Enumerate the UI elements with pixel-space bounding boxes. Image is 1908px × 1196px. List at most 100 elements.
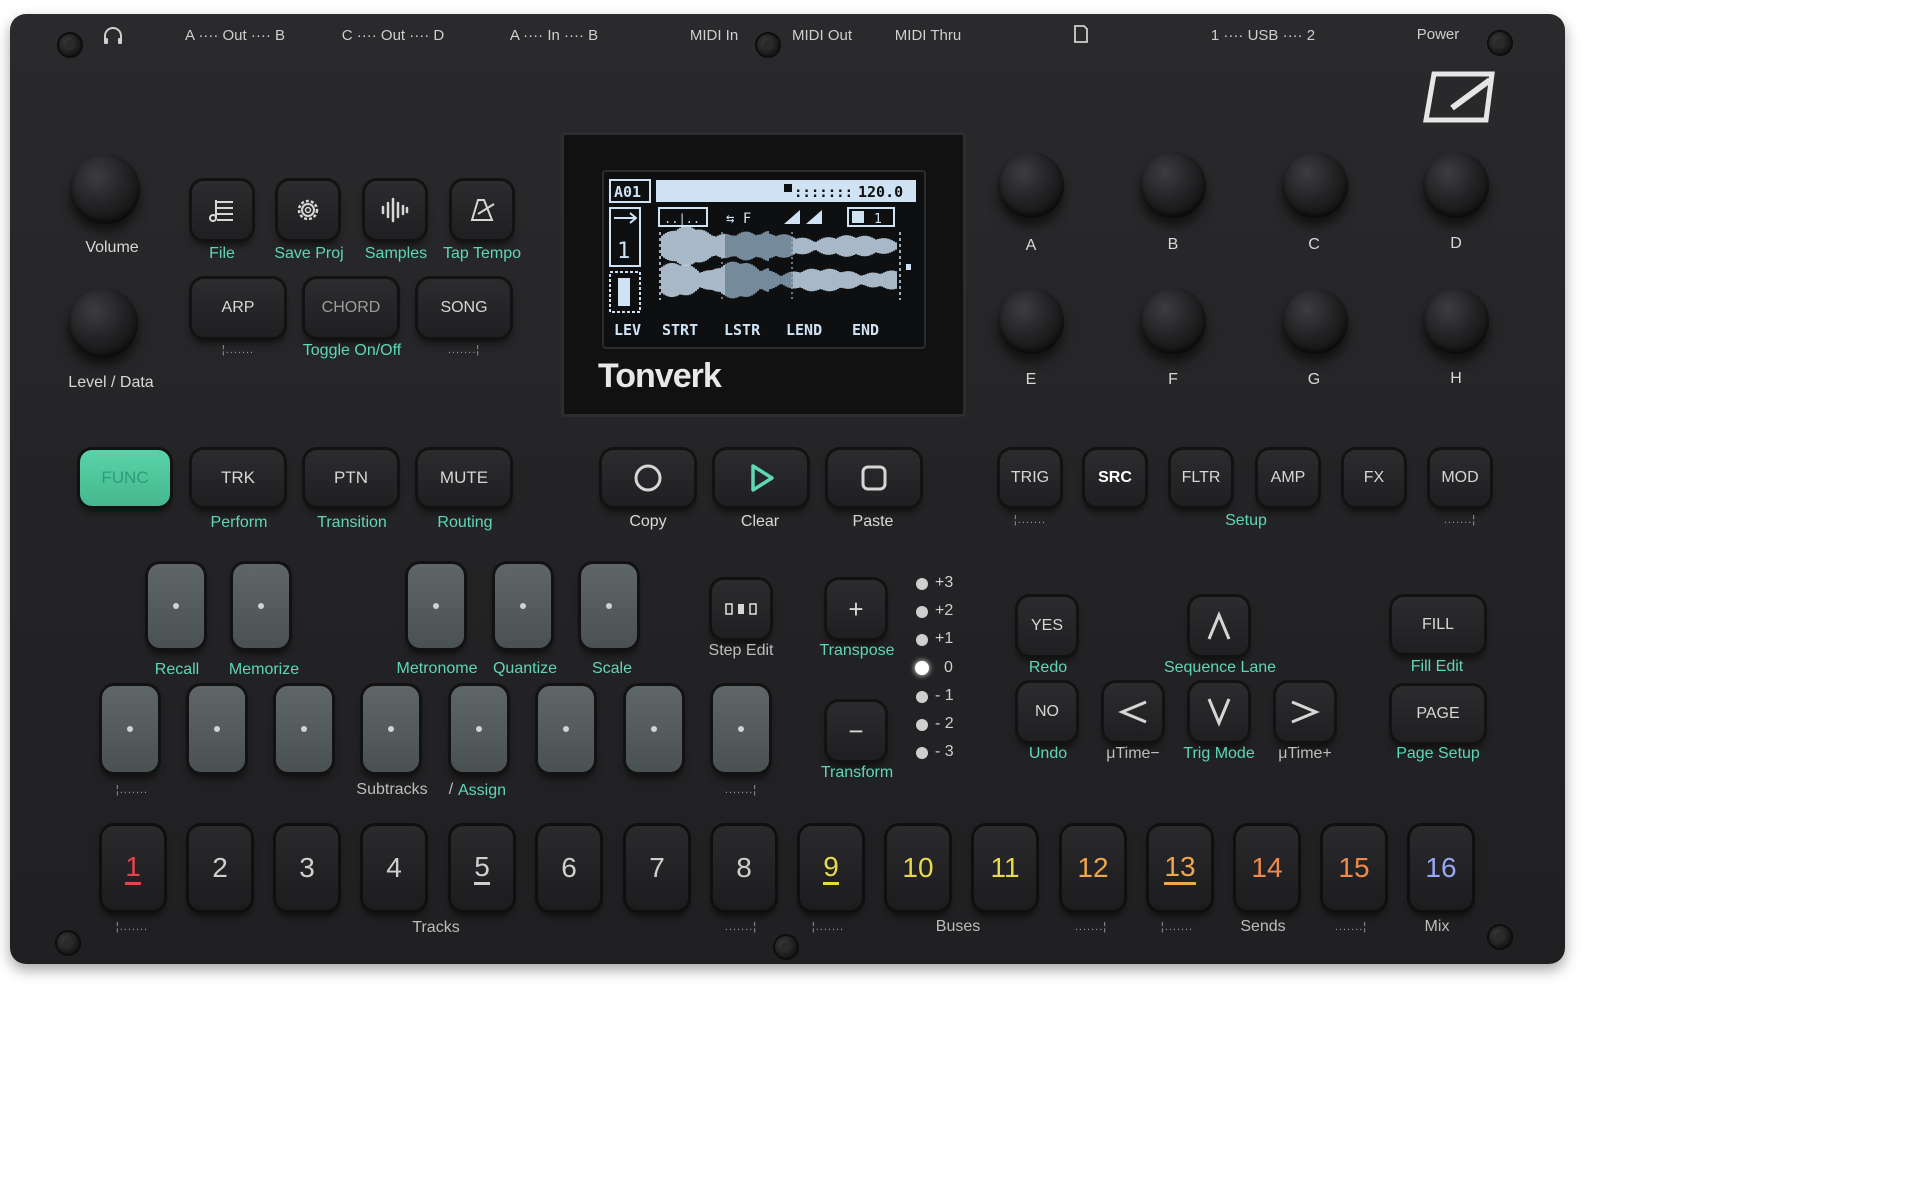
transpose-plus-button[interactable]: + <box>827 580 885 638</box>
knob-h[interactable] <box>1423 288 1489 354</box>
step-edit-button[interactable] <box>712 580 770 638</box>
waveform-icon <box>381 197 409 223</box>
transpose-led <box>916 747 928 759</box>
param-lstr: LSTR <box>724 321 761 339</box>
metronome-pad[interactable] <box>408 564 464 648</box>
subtrack-pad[interactable] <box>276 686 332 772</box>
song-button[interactable]: SONG <box>418 279 510 337</box>
tap-tempo-button[interactable] <box>452 181 512 239</box>
transpose-led <box>916 578 928 590</box>
record-copy-button[interactable] <box>602 450 694 506</box>
volume-label: Volume <box>85 239 139 256</box>
recall-pad[interactable] <box>148 564 204 648</box>
volume-knob[interactable] <box>70 154 140 224</box>
play-clear-button[interactable] <box>715 450 807 506</box>
samples-button[interactable] <box>365 181 425 239</box>
transpose-led-active <box>915 661 929 675</box>
step-button-4[interactable]: 4 <box>363 826 425 910</box>
right-arrow-button[interactable] <box>1276 683 1334 741</box>
subtrack-pad[interactable] <box>363 686 419 772</box>
knob-d[interactable] <box>1423 152 1489 218</box>
input-ab-label: A ···· In ···· B <box>509 27 599 44</box>
subtrack-pad[interactable] <box>713 686 769 772</box>
step-edit-label: Step Edit <box>708 642 774 659</box>
page-button[interactable]: PAGE <box>1392 686 1484 742</box>
transpose-led <box>916 691 928 703</box>
memorize-pad[interactable] <box>233 564 289 648</box>
file-button[interactable] <box>192 181 252 239</box>
sequence-lane-label: Sequence Lane <box>1163 659 1277 676</box>
func-button[interactable]: FUNC <box>80 450 170 506</box>
device-panel: A ···· Out ···· B C ···· Out ···· D A ··… <box>10 14 1565 964</box>
knob-e[interactable] <box>998 288 1064 354</box>
mute-button[interactable]: MUTE <box>418 450 510 506</box>
screw <box>1487 30 1513 56</box>
step-button-10[interactable]: 10 <box>887 826 949 910</box>
trig-button[interactable]: TRIG <box>1000 450 1060 506</box>
step-button-8[interactable]: 8 <box>713 826 775 910</box>
step-button-7[interactable]: 7 <box>626 826 688 910</box>
subtrack-pad[interactable] <box>189 686 245 772</box>
save-project-button[interactable] <box>278 181 338 239</box>
ptn-button[interactable]: PTN <box>305 450 397 506</box>
up-arrow-button[interactable] <box>1190 597 1248 655</box>
arrow-up-icon <box>1207 611 1231 640</box>
tracks-start-marker: ¦....... <box>115 921 149 933</box>
down-arrow-button[interactable] <box>1190 683 1248 741</box>
knob-b[interactable] <box>1140 152 1206 218</box>
step-button-13[interactable]: 13 <box>1149 826 1211 910</box>
step-button-14[interactable]: 14 <box>1236 826 1298 910</box>
subtrack-pad[interactable] <box>538 686 594 772</box>
arp-button[interactable]: ARP <box>192 279 284 337</box>
led-minus1-label: - 1 <box>935 687 954 704</box>
scale-pad[interactable] <box>581 564 637 648</box>
yes-button[interactable]: YES <box>1018 597 1076 655</box>
src-button[interactable]: SRC <box>1085 450 1145 506</box>
save-project-label: Save Proj <box>274 245 344 262</box>
fill-button[interactable]: FILL <box>1392 597 1484 653</box>
screw <box>1487 924 1513 950</box>
quantize-pad[interactable] <box>495 564 551 648</box>
step-button-6[interactable]: 6 <box>538 826 600 910</box>
step-button-3[interactable]: 3 <box>276 826 338 910</box>
level-data-knob[interactable] <box>68 288 138 358</box>
step-number-label: 7 <box>649 852 665 883</box>
step-button-1[interactable]: 1 <box>102 826 164 910</box>
no-button[interactable]: NO <box>1018 683 1076 741</box>
knob-e-label: E <box>1025 371 1037 388</box>
mix-label: Mix <box>1424 918 1450 935</box>
subtrack-pad[interactable] <box>102 686 158 772</box>
trk-button[interactable]: TRK <box>192 450 284 506</box>
stop-paste-button[interactable] <box>828 450 920 506</box>
led-plus2-label: +2 <box>935 602 954 619</box>
knob-g[interactable] <box>1282 288 1348 354</box>
knob-a[interactable] <box>998 152 1064 218</box>
subtrack-pad[interactable] <box>626 686 682 772</box>
knob-f[interactable] <box>1140 288 1206 354</box>
copy-label: Copy <box>629 513 667 530</box>
knob-c[interactable] <box>1282 152 1348 218</box>
fltr-button[interactable]: FLTR <box>1171 450 1231 506</box>
step-button-12[interactable]: 12 <box>1062 826 1124 910</box>
step-button-15[interactable]: 15 <box>1323 826 1385 910</box>
step-button-11[interactable]: 11 <box>974 826 1036 910</box>
step-number-label: 2 <box>212 852 228 883</box>
loop-dots: ..|.. <box>664 212 700 226</box>
mod-button[interactable]: MOD <box>1430 450 1490 506</box>
sends-label: Sends <box>1240 918 1286 935</box>
amp-button[interactable]: AMP <box>1258 450 1318 506</box>
step-button-9[interactable]: 9 <box>800 826 862 910</box>
step-number-label: 5 <box>474 851 490 885</box>
left-arrow-button[interactable] <box>1104 683 1162 741</box>
step-number-label: 10 <box>902 852 934 883</box>
transpose-led <box>916 606 928 618</box>
tracks-label: Tracks <box>412 919 460 936</box>
fx-button[interactable]: FX <box>1344 450 1404 506</box>
step-button-5[interactable]: 5 <box>451 826 513 910</box>
subtrack-pad[interactable] <box>451 686 507 772</box>
buses-label: Buses <box>935 918 981 935</box>
step-button-16[interactable]: 16 <box>1410 826 1472 910</box>
chord-button[interactable]: CHORD <box>305 279 397 337</box>
step-button-2[interactable]: 2 <box>189 826 251 910</box>
transform-minus-button[interactable]: − <box>827 702 885 760</box>
